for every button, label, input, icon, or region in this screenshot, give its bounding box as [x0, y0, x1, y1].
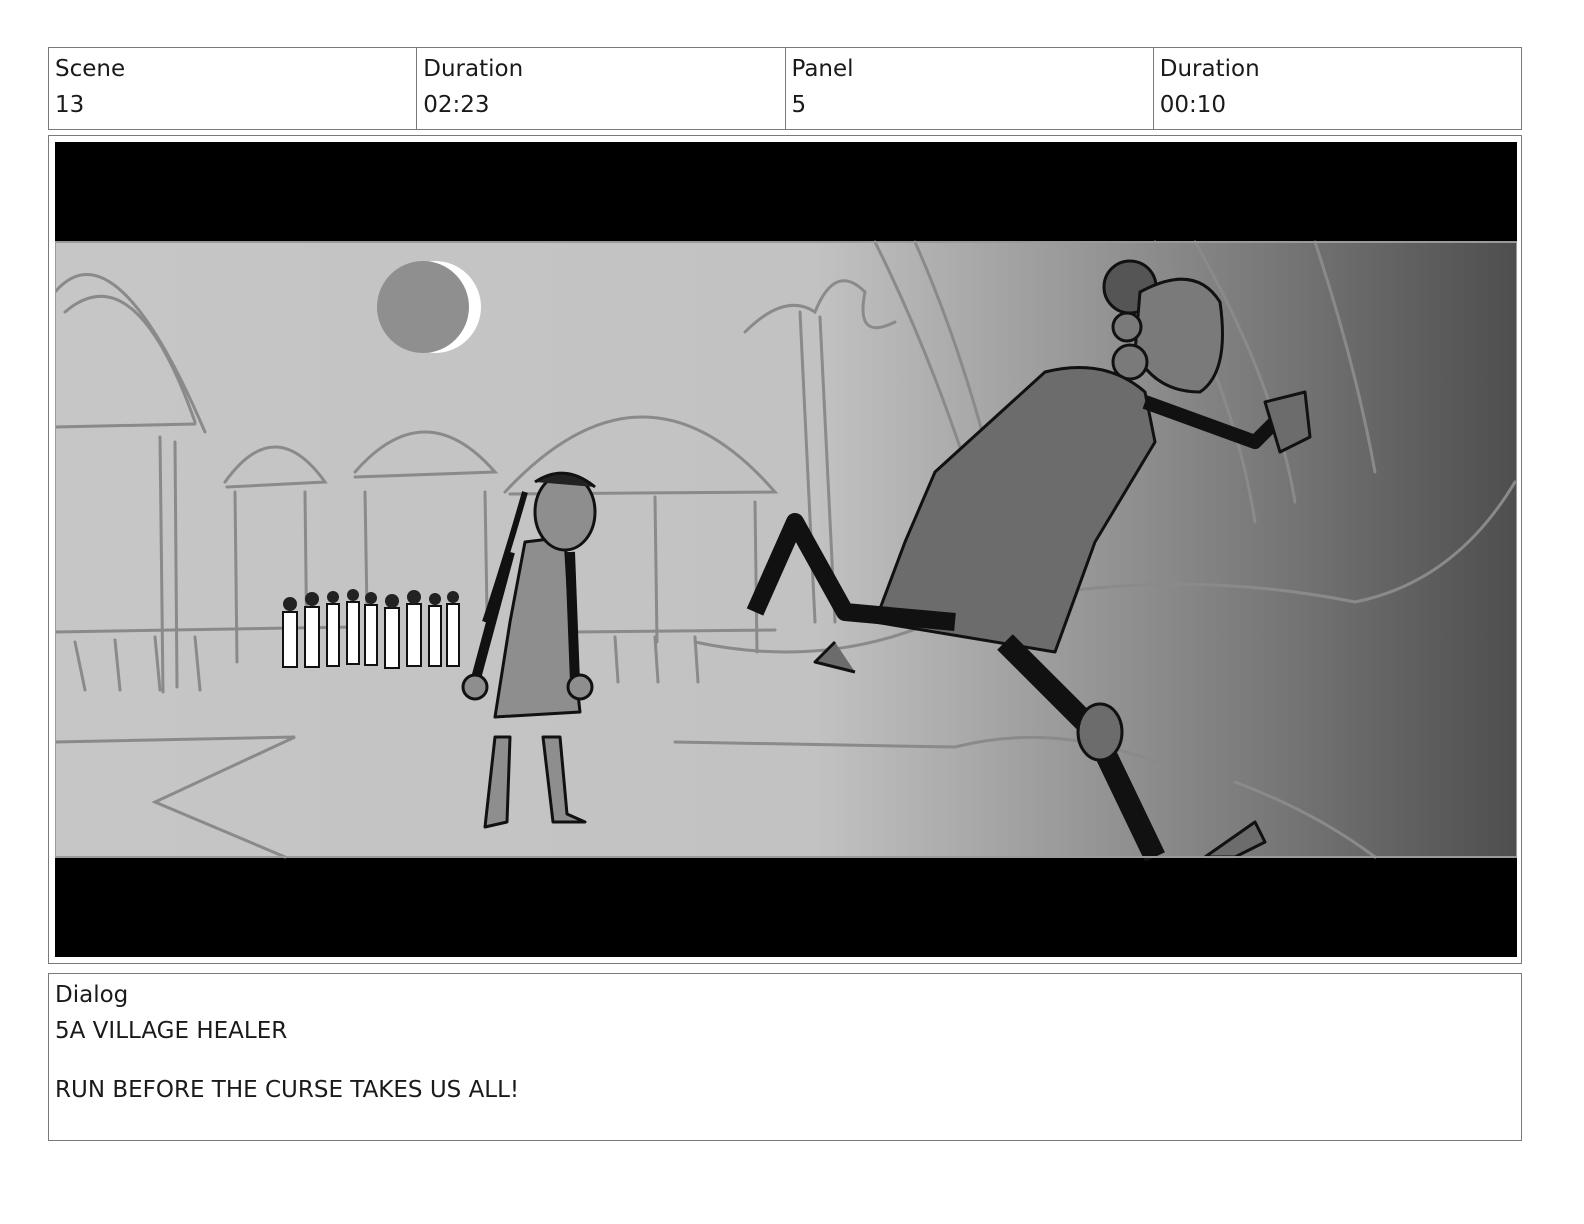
dialog-line: RUN BEFORE THE CURSE TAKES US ALL! — [55, 1077, 520, 1103]
dialog-box: Dialog 5A VILLAGE HEALER RUN BEFORE THE … — [48, 973, 1522, 1141]
dialog-label: Dialog — [55, 982, 129, 1008]
scene-label: Scene — [55, 56, 126, 82]
panel-cell: Panel 5 — [786, 48, 1154, 129]
scene-duration-label: Duration — [423, 56, 524, 82]
eclipse-moon — [377, 261, 481, 353]
dialog-speaker: 5A VILLAGE HEALER — [55, 1018, 288, 1044]
storyboard-panel-frame — [48, 135, 1522, 964]
panel-value: 5 — [791, 92, 807, 118]
panel-duration-cell: Duration 00:10 — [1154, 48, 1521, 129]
panel-info-header: Scene 13 Duration 02:23 Panel 5 Duration… — [48, 47, 1522, 130]
storyboard-sketch — [55, 142, 1517, 957]
letterbox-top — [55, 142, 1517, 242]
panel-duration-value: 00:10 — [1159, 92, 1227, 118]
panel-label: Panel — [791, 56, 854, 82]
panel-duration-label: Duration — [1159, 56, 1260, 82]
scene-cell: Scene 13 — [49, 48, 418, 129]
scene-duration-value: 02:23 — [423, 92, 490, 118]
scene-value: 13 — [55, 92, 85, 118]
letterbox-bottom — [55, 857, 1517, 957]
scene-duration-cell: Duration 02:23 — [417, 48, 786, 129]
villager-crowd — [282, 589, 460, 669]
